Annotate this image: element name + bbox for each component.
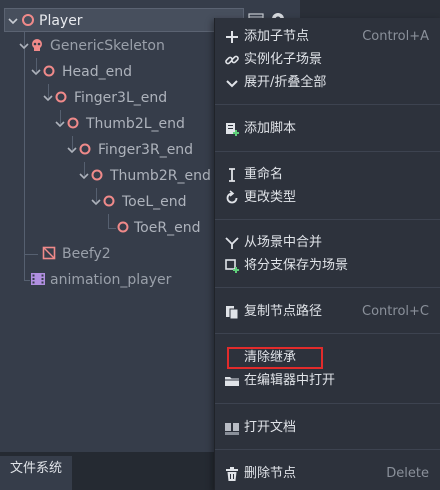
save-branch-icon <box>224 258 240 274</box>
menu-item-label: 删除节点 <box>244 466 297 481</box>
link-icon <box>224 52 240 68</box>
menu-item-add-child-node[interactable]: 添加子节点 Control+A <box>215 26 440 48</box>
mesh-icon <box>42 242 58 266</box>
menu-separator <box>215 333 440 334</box>
tree-guide <box>108 228 116 229</box>
doc-icon <box>224 420 240 436</box>
bone-ring-icon <box>78 138 94 162</box>
menu-item-label: 复制节点路径 <box>244 304 323 319</box>
menu-item-label: 展开/折叠全部 <box>244 75 327 90</box>
tree-node-label: Thumb2R_end <box>110 168 211 184</box>
menu-item-label: 将分支保存为场景 <box>244 258 349 273</box>
rotate-icon <box>224 190 240 206</box>
menu-item-label: 更改类型 <box>244 190 297 205</box>
tree-node-label: Finger3R_end <box>98 142 194 158</box>
menu-item-label: 在编辑器中打开 <box>244 373 336 388</box>
rename-icon <box>224 167 240 183</box>
bone-ring-icon <box>102 190 118 214</box>
folder-icon <box>224 373 240 389</box>
menu-separator <box>215 104 440 105</box>
context-menu: 添加子节点 Control+A 实例化子场景 展开/折叠全部 添加脚本 重命名 … <box>214 18 440 490</box>
menu-item-label: 添加子节点 <box>244 29 310 44</box>
menu-separator <box>215 287 440 288</box>
menu-item-expand-collapse-all[interactable]: 展开/折叠全部 <box>215 72 440 94</box>
tree-node-generic-skeleton[interactable]: GenericSkeleton <box>18 34 218 58</box>
menu-item-copy-node-path[interactable]: 复制节点路径 Control+C <box>215 301 440 323</box>
menu-item-label: 实例化子场景 <box>244 52 323 67</box>
tree-node-label: Finger3L_end <box>74 90 168 106</box>
menu-item-merge-from-scene[interactable]: 从场景中合并 <box>215 232 440 254</box>
chevron-down-icon <box>224 75 240 91</box>
merge-icon <box>224 235 240 251</box>
tree-node-label: Beefy2 <box>62 246 111 262</box>
menu-item-instance-child-scene[interactable]: 实例化子场景 <box>215 49 440 71</box>
menu-separator <box>215 219 440 220</box>
menu-separator <box>215 151 440 152</box>
chevron-down-icon[interactable] <box>7 9 21 33</box>
skeleton-icon <box>30 34 46 58</box>
tree-node-label: Thumb2L_end <box>86 116 185 132</box>
copy-path-icon <box>224 304 240 320</box>
bone-ring-icon <box>66 112 82 136</box>
tree-node-finger3l-end[interactable]: Finger3L_end <box>42 86 242 110</box>
bone-ring-icon <box>90 164 106 188</box>
trash-icon <box>224 466 240 482</box>
bone-ring-icon <box>54 86 70 110</box>
menu-item-label: 重命名 <box>244 167 284 182</box>
menu-item-save-branch-as-scene[interactable]: 将分支保存为场景 <box>215 255 440 277</box>
tree-node-label: Head_end <box>62 64 132 80</box>
node3d-ring-icon <box>21 9 37 33</box>
tree-node-beefy2[interactable]: Beefy2 <box>42 242 202 266</box>
tree-guide <box>24 254 38 255</box>
highlight-box <box>227 347 323 369</box>
tree-guide <box>24 32 25 280</box>
menu-item-change-type[interactable]: 更改类型 <box>215 187 440 209</box>
menu-item-open-documentation[interactable]: 打开文档 <box>215 417 440 439</box>
background-editor-strip <box>300 0 440 18</box>
animation-player-icon <box>30 268 46 292</box>
bone-ring-icon <box>42 60 58 84</box>
menu-item-open-in-editor[interactable]: 在编辑器中打开 <box>215 370 440 392</box>
menu-separator <box>215 403 440 404</box>
menu-item-label: 打开文档 <box>244 420 297 435</box>
menu-item-label: 添加脚本 <box>244 121 297 136</box>
menu-item-shortcut: Control+C <box>362 304 429 319</box>
bone-ring-icon <box>116 216 132 240</box>
tab-filesystem[interactable]: 文件系统 <box>0 456 72 490</box>
tree-node-label: ToeR_end <box>134 220 201 236</box>
tree-node-label: Player <box>39 13 83 29</box>
tree-node-player[interactable]: Player <box>4 8 244 32</box>
menu-item-label: 从场景中合并 <box>244 235 323 250</box>
tree-node-head-end[interactable]: Head_end <box>30 60 230 84</box>
menu-item-delete-node[interactable]: 删除节点 Delete <box>215 463 440 485</box>
tree-node-label: ToeL_end <box>122 194 187 210</box>
tree-guide <box>108 214 109 228</box>
tree-node-label: animation_player <box>50 272 172 288</box>
menu-item-shortcut: Delete <box>386 466 429 481</box>
menu-item-attach-script[interactable]: 添加脚本 <box>215 118 440 140</box>
bottom-dock: 文件系统 <box>0 452 214 490</box>
menu-item-shortcut: Control+A <box>362 29 429 44</box>
add-icon <box>224 29 240 45</box>
tree-node-label: GenericSkeleton <box>50 38 165 54</box>
menu-item-rename[interactable]: 重命名 <box>215 164 440 186</box>
menu-separator <box>215 449 440 450</box>
script-add-icon <box>224 121 240 137</box>
tree-node-animation-player[interactable]: animation_player <box>30 268 210 292</box>
